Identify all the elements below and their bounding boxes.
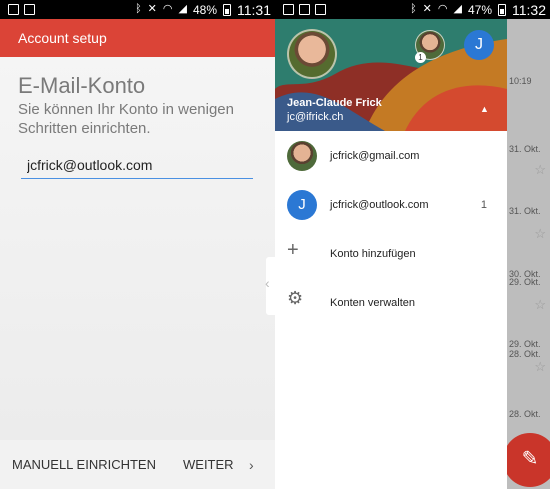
account-switch-initial[interactable]: J bbox=[464, 30, 494, 60]
list-item-date: 28. Okt. bbox=[509, 409, 541, 419]
status-bar: ᛒ ✕ ◠ ◢ 47% 11:32 bbox=[275, 0, 550, 19]
account-label: jcfrick@outlook.com bbox=[330, 198, 429, 211]
briefcase-icon bbox=[299, 4, 310, 15]
user-email: jc@ifrick.ch bbox=[287, 111, 344, 123]
battery-percent: 48% bbox=[192, 2, 217, 17]
image-icon bbox=[283, 4, 294, 15]
email-field[interactable] bbox=[21, 157, 253, 173]
mute-icon: ✕ bbox=[422, 3, 432, 15]
list-item-date: 29. Okt. bbox=[509, 339, 541, 349]
bluetooth-icon: ᛒ bbox=[410, 3, 417, 15]
chevron-left-icon: ‹ bbox=[265, 275, 270, 291]
unread-badge: 1 bbox=[415, 52, 426, 63]
list-item-date: 28. Okt. bbox=[509, 349, 541, 359]
manual-setup-button[interactable]: MANUELL EINRICHTEN bbox=[12, 457, 156, 472]
inbox-list-background: 10:19 31. Okt. ☆ 31. Okt. ☆ 30. Okt. 29.… bbox=[507, 19, 550, 489]
user-avatar[interactable] bbox=[287, 29, 337, 79]
battery-icon bbox=[498, 3, 506, 16]
navigation-drawer: 1 J Jean-Claude Frick jc@ifrick.ch ▲ jcf… bbox=[275, 19, 507, 489]
page-subtitle: Sie können Ihr Konto in wenigen Schritte… bbox=[18, 101, 234, 137]
clock: 11:32 bbox=[512, 1, 546, 18]
account-item-outlook[interactable]: J jcfrick@outlook.com 1 bbox=[275, 180, 507, 229]
camera-icon bbox=[315, 4, 326, 15]
account-setup-screen: ᛒ ✕ ◠ ◢ 48% 11:31 Account setup E-Mail-K… bbox=[0, 0, 275, 489]
next-button[interactable]: WEITER bbox=[183, 457, 234, 472]
star-icon: ☆ bbox=[534, 162, 546, 177]
add-account-item[interactable]: + Konto hinzufügen bbox=[275, 229, 507, 278]
star-icon: ☆ bbox=[534, 297, 546, 312]
wifi-icon: ◠ bbox=[437, 3, 448, 15]
manage-accounts-item[interactable]: ⚙ Konten verwalten bbox=[275, 278, 507, 327]
list-item-date: 29. Okt. bbox=[509, 277, 541, 287]
chevron-right-icon[interactable]: › bbox=[249, 457, 254, 473]
caret-up-icon[interactable]: ▲ bbox=[480, 104, 489, 114]
wifi-icon: ◠ bbox=[162, 3, 173, 15]
briefcase-icon bbox=[24, 4, 35, 15]
unread-count: 1 bbox=[480, 198, 487, 211]
battery-percent: 47% bbox=[467, 2, 492, 17]
email-field-container bbox=[21, 157, 253, 179]
plus-icon: + bbox=[287, 238, 299, 261]
status-bar: ᛒ ✕ ◠ ◢ 48% 11:31 bbox=[0, 0, 275, 19]
gear-icon: ⚙ bbox=[287, 287, 304, 308]
drawer-header: 1 J Jean-Claude Frick jc@ifrick.ch ▲ bbox=[275, 19, 507, 131]
star-icon: ☆ bbox=[534, 226, 546, 241]
manage-accounts-label: Konten verwalten bbox=[330, 296, 415, 309]
account-item-gmail[interactable]: jcfrick@gmail.com bbox=[275, 131, 507, 180]
account-drawer-screen: ᛒ ✕ ◠ ◢ 47% 11:32 10:19 31. Okt. ☆ 31. O… bbox=[275, 0, 550, 489]
list-item-date: 10:19 bbox=[509, 76, 532, 86]
user-name: Jean-Claude Frick bbox=[287, 97, 382, 109]
add-account-label: Konto hinzufügen bbox=[330, 247, 416, 260]
list-item-date: 31. Okt. bbox=[509, 206, 541, 216]
avatar-photo bbox=[287, 140, 317, 171]
signal-icon: ◢ bbox=[178, 3, 187, 15]
star-icon: ☆ bbox=[534, 359, 546, 374]
clock: 11:31 bbox=[237, 1, 271, 18]
image-icon bbox=[8, 4, 19, 15]
pencil-icon[interactable]: ✎ bbox=[503, 433, 550, 487]
avatar-initial: J bbox=[287, 189, 317, 220]
bottom-action-bar: MANUELL EINRICHTEN WEITER › bbox=[0, 440, 275, 489]
signal-icon: ◢ bbox=[453, 3, 462, 15]
page-title: E-Mail-Konto bbox=[18, 73, 146, 98]
battery-icon bbox=[223, 3, 231, 16]
account-label: jcfrick@gmail.com bbox=[330, 149, 420, 162]
bluetooth-icon: ᛒ bbox=[135, 3, 142, 15]
list-item-date: 31. Okt. bbox=[509, 144, 541, 154]
app-bar-title: Account setup bbox=[0, 19, 275, 57]
mute-icon: ✕ bbox=[147, 3, 157, 15]
